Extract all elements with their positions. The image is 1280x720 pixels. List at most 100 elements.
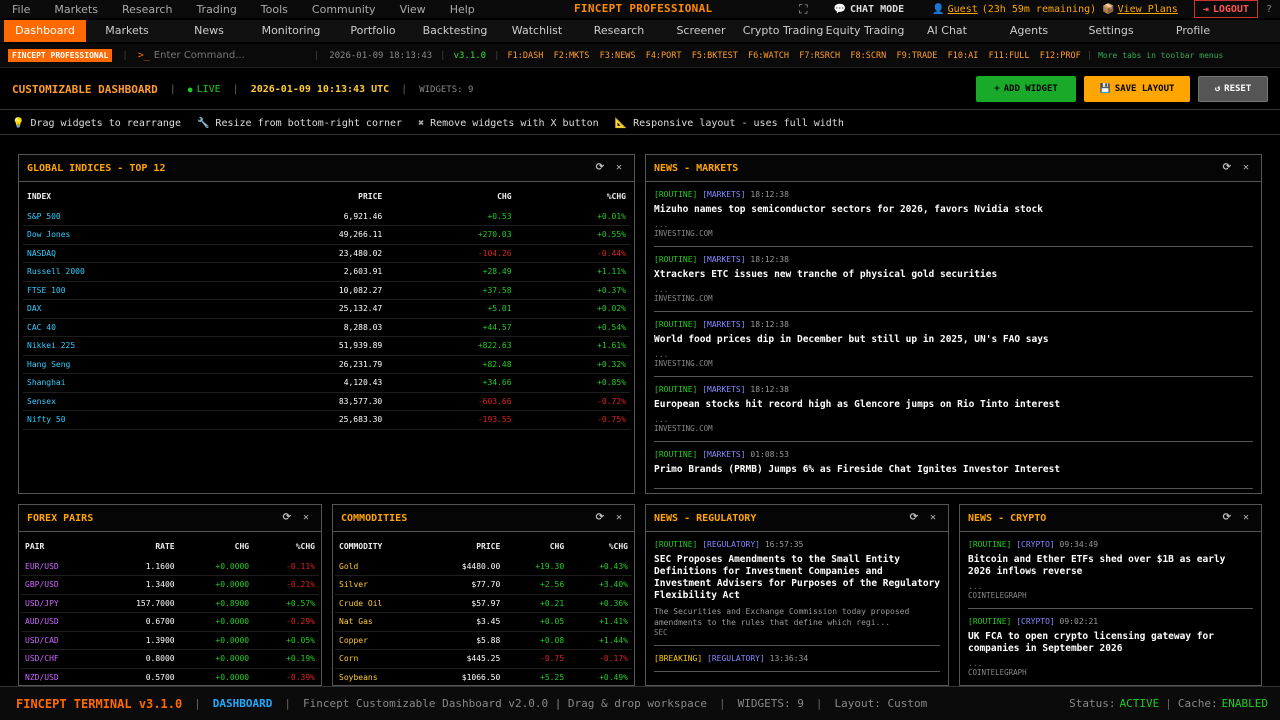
- close-icon[interactable]: ✕: [303, 512, 309, 523]
- table-row[interactable]: Soybeans $1066.50 +5.25 +0.49%: [335, 668, 632, 685]
- widget-header[interactable]: NEWS - MARKETS ⟳ ✕: [646, 155, 1261, 182]
- widget-header[interactable]: GLOBAL INDICES - TOP 12 ⟳ ✕: [19, 155, 634, 182]
- news-regulatory-widget[interactable]: NEWS - REGULATORY ⟳ ✕ [ROUTINE] [REGULAT…: [645, 504, 949, 686]
- tab-backtesting[interactable]: Backtesting: [414, 20, 496, 42]
- news-title[interactable]: Mizuho names top semiconductor sectors f…: [654, 204, 1253, 216]
- menu-help[interactable]: Help: [438, 3, 487, 16]
- table-row[interactable]: USD/CHF 0.8000 +0.0000 +0.19%: [21, 649, 319, 669]
- view-plans-link[interactable]: View Plans: [1118, 4, 1178, 15]
- menu-file[interactable]: File: [0, 3, 42, 16]
- fullscreen-icon[interactable]: ⛶: [799, 2, 807, 17]
- menu-tools[interactable]: Tools: [249, 3, 300, 16]
- function-shortcuts[interactable]: F1:DASH F2:MKTS F3:NEWS F4:PORT F5:BKTES…: [508, 51, 1081, 61]
- table-row[interactable]: Dow Jones 49,266.11 +270.03 +0.55%: [23, 225, 630, 245]
- close-icon[interactable]: ✕: [616, 512, 622, 523]
- reset-button[interactable]: ↺ RESET: [1198, 76, 1268, 102]
- news-item[interactable]: [ROUTINE] [MARKETS] 18:12:38 World food p…: [654, 320, 1253, 377]
- news-title[interactable]: Primo Brands (PRMB) Jumps 6% as Fireside…: [654, 464, 1253, 476]
- close-icon[interactable]: ✕: [616, 162, 622, 173]
- table-row[interactable]: NZD/USD 0.5700 +0.0000 -0.39%: [21, 668, 319, 685]
- news-title[interactable]: European stocks hit record high as Glenc…: [654, 399, 1253, 411]
- news-title[interactable]: SEC Proposes Amendments to the Small Ent…: [654, 554, 940, 602]
- news-item[interactable]: [ROUTINE] [MARKETS] 18:12:38 Xtrackers ET…: [654, 255, 1253, 312]
- table-row[interactable]: Russell 2000 2,603.91 +28.49 +1.11%: [23, 262, 630, 282]
- tab-ai-chat[interactable]: AI Chat: [906, 20, 988, 42]
- refresh-icon[interactable]: ⟳: [910, 512, 918, 523]
- tab-agents[interactable]: Agents: [988, 20, 1070, 42]
- news-markets-widget[interactable]: NEWS - MARKETS ⟳ ✕ [ROUTINE] [MARKETS] 1…: [645, 154, 1262, 494]
- table-row[interactable]: Nifty 50 25,683.30 -193.55 -0.75%: [23, 410, 630, 430]
- add-widget-button[interactable]: + ADD WIDGET: [976, 76, 1076, 102]
- news-title[interactable]: Bitcoin and Ether ETFs shed over $1B as …: [968, 554, 1253, 578]
- table-row[interactable]: NASDAQ 23,480.02 -104.26 -0.44%: [23, 244, 630, 263]
- news-item[interactable]: [ROUTINE] [CRYPTO] 09:34:49 Bitcoin and E…: [968, 540, 1253, 609]
- tab-settings[interactable]: Settings: [1070, 20, 1152, 42]
- tab-screener[interactable]: Screener: [660, 20, 742, 42]
- table-row[interactable]: Nikkei 225 51,939.89 +822.63 +1.61%: [23, 336, 630, 356]
- table-row[interactable]: Sensex 83,577.30 -603.66 -0.72%: [23, 392, 630, 411]
- indices-widget[interactable]: GLOBAL INDICES - TOP 12 ⟳ ✕ INDEX PRICE …: [18, 154, 635, 494]
- refresh-icon[interactable]: ⟳: [596, 512, 604, 523]
- forex-widget[interactable]: FOREX PAIRS ⟳ ✕ PAIR RATE CHG %CHG EUR/U…: [18, 504, 322, 686]
- table-row[interactable]: USD/CAD 1.3900 +0.0000 +0.05%: [21, 631, 319, 650]
- table-row[interactable]: FTSE 100 10,082.27 +37.58 +0.37%: [23, 281, 630, 300]
- news-item[interactable]: [ROUTINE] [REGULATORY] 16:57:35 SEC Propo…: [654, 540, 940, 646]
- table-row[interactable]: S&P 500 6,921.46 +0.53 +0.01%: [23, 207, 630, 226]
- user-link[interactable]: Guest: [948, 4, 978, 15]
- news-item[interactable]: [ROUTINE] [CRYPTO] 09:02:21 UK FCA to ope…: [968, 617, 1253, 685]
- close-icon[interactable]: ✕: [1243, 512, 1249, 523]
- table-row[interactable]: DAX 25,132.47 +5.01 +0.02%: [23, 299, 630, 319]
- table-row[interactable]: USD/JPY 157.7000 +0.8900 +0.57%: [21, 594, 319, 613]
- news-item[interactable]: [BREAKING] [REGULATORY] 13:36:34: [654, 654, 940, 672]
- table-row[interactable]: Crude Oil $57.97 +0.21 +0.36%: [335, 594, 632, 613]
- menu-view[interactable]: View: [388, 3, 438, 16]
- table-row[interactable]: CAC 40 8,288.03 +44.57 +0.54%: [23, 318, 630, 337]
- refresh-icon[interactable]: ⟳: [283, 512, 291, 523]
- close-icon[interactable]: ✕: [1243, 162, 1249, 173]
- table-row[interactable]: Silver $77.70 +2.56 +3.40%: [335, 575, 632, 595]
- widget-header[interactable]: NEWS - REGULATORY ⟳ ✕: [646, 505, 948, 532]
- table-row[interactable]: GBP/USD 1.3400 +0.0000 -0.21%: [21, 575, 319, 595]
- news-item[interactable]: [ROUTINE] [MARKETS] 18:12:38 Mizuho names…: [654, 190, 1253, 247]
- news-item[interactable]: [ROUTINE] [MARKETS] 18:12:38 European sto…: [654, 385, 1253, 442]
- news-title[interactable]: Xtrackers ETC issues new tranche of phys…: [654, 269, 1253, 281]
- tab-monitoring[interactable]: Monitoring: [250, 20, 332, 42]
- menu-markets[interactable]: Markets: [42, 3, 110, 16]
- news-title[interactable]: World food prices dip in December but st…: [654, 334, 1253, 346]
- table-row[interactable]: AUD/USD 0.6700 +0.0000 -0.29%: [21, 612, 319, 632]
- command-input[interactable]: [153, 50, 304, 61]
- tab-profile[interactable]: Profile: [1152, 20, 1234, 42]
- news-title[interactable]: UK FCA to open crypto licensing gateway …: [968, 631, 1253, 655]
- tab-research[interactable]: Research: [578, 20, 660, 42]
- table-row[interactable]: EUR/USD 1.1600 +0.0000 -0.11%: [21, 557, 319, 576]
- refresh-icon[interactable]: ⟳: [1223, 512, 1231, 523]
- refresh-icon[interactable]: ⟳: [596, 162, 604, 173]
- menu-research[interactable]: Research: [110, 3, 184, 16]
- table-row[interactable]: Shanghai 4,120.43 +34.66 +0.85%: [23, 373, 630, 393]
- close-icon[interactable]: ✕: [930, 512, 936, 523]
- news-item[interactable]: [ROUTINE] [MARKETS] 01:08:53 Primo Brands…: [654, 450, 1253, 489]
- table-row[interactable]: Hang Seng 26,231.79 +82.48 +0.32%: [23, 355, 630, 374]
- refresh-icon[interactable]: ⟳: [1223, 162, 1231, 173]
- menu-community[interactable]: Community: [300, 3, 388, 16]
- table-row[interactable]: Nat Gas $3.45 +0.05 +1.41%: [335, 612, 632, 632]
- tab-news[interactable]: News: [168, 20, 250, 42]
- table-row[interactable]: Gold $4480.00 +19.30 +0.43%: [335, 557, 632, 576]
- widget-header[interactable]: NEWS - CRYPTO ⟳ ✕: [960, 505, 1261, 532]
- menu-trading[interactable]: Trading: [184, 3, 248, 16]
- tab-portfolio[interactable]: Portfolio: [332, 20, 414, 42]
- help-button[interactable]: ?: [1266, 4, 1272, 15]
- tab-equity-trading[interactable]: Equity Trading: [824, 20, 906, 42]
- chat-mode-button[interactable]: CHAT MODE: [850, 4, 904, 15]
- save-layout-button[interactable]: 💾 SAVE LAYOUT: [1084, 76, 1190, 102]
- tab-markets[interactable]: Markets: [86, 20, 168, 42]
- table-row[interactable]: Corn $445.25 -0.75 -0.17%: [335, 649, 632, 669]
- logout-button[interactable]: ⇥ LOGOUT: [1193, 0, 1258, 18]
- news-crypto-widget[interactable]: NEWS - CRYPTO ⟳ ✕ [ROUTINE] [CRYPTO] 09:…: [959, 504, 1262, 686]
- widget-header[interactable]: FOREX PAIRS ⟳ ✕: [19, 505, 321, 532]
- tab-watchlist[interactable]: Watchlist: [496, 20, 578, 42]
- tab-crypto-trading[interactable]: Crypto Trading: [742, 20, 824, 42]
- table-row[interactable]: Copper $5.88 +0.08 +1.44%: [335, 631, 632, 650]
- widget-header[interactable]: COMMODITIES ⟳ ✕: [333, 505, 634, 532]
- tab-dashboard[interactable]: Dashboard: [4, 20, 86, 42]
